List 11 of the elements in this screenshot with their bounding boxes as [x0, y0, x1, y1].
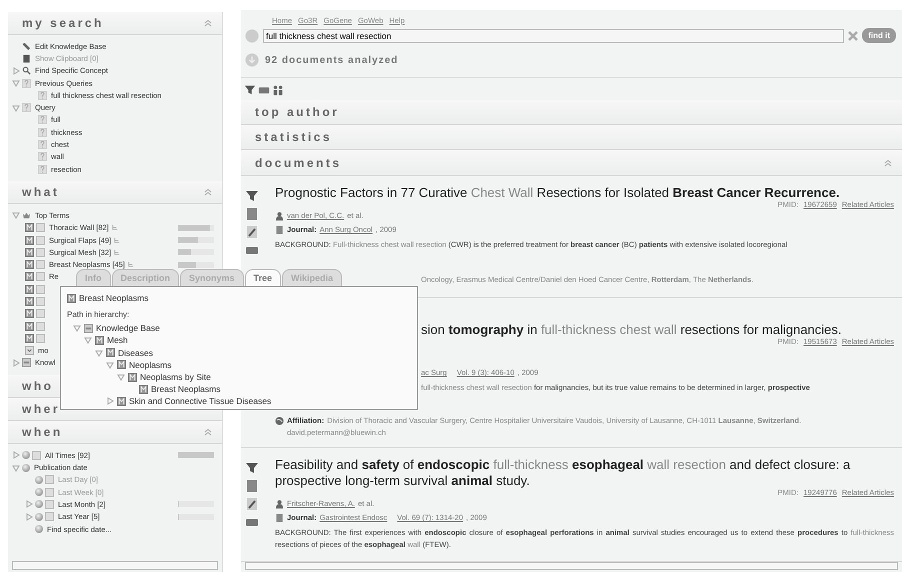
path-label: Path in hierarchy: [67, 310, 130, 320]
section-title: documents [255, 156, 342, 170]
section-title: wher [22, 402, 60, 416]
documents-count: 92 documents analyzed [265, 54, 398, 66]
section-title: what [22, 185, 60, 200]
section-title: statistics [255, 130, 332, 144]
section-title: who [22, 379, 54, 394]
section-title: when [22, 425, 63, 440]
concept-title: Breast Neoplasms [79, 293, 148, 304]
section-title: my search [22, 16, 104, 30]
section-title: top author [255, 105, 340, 120]
